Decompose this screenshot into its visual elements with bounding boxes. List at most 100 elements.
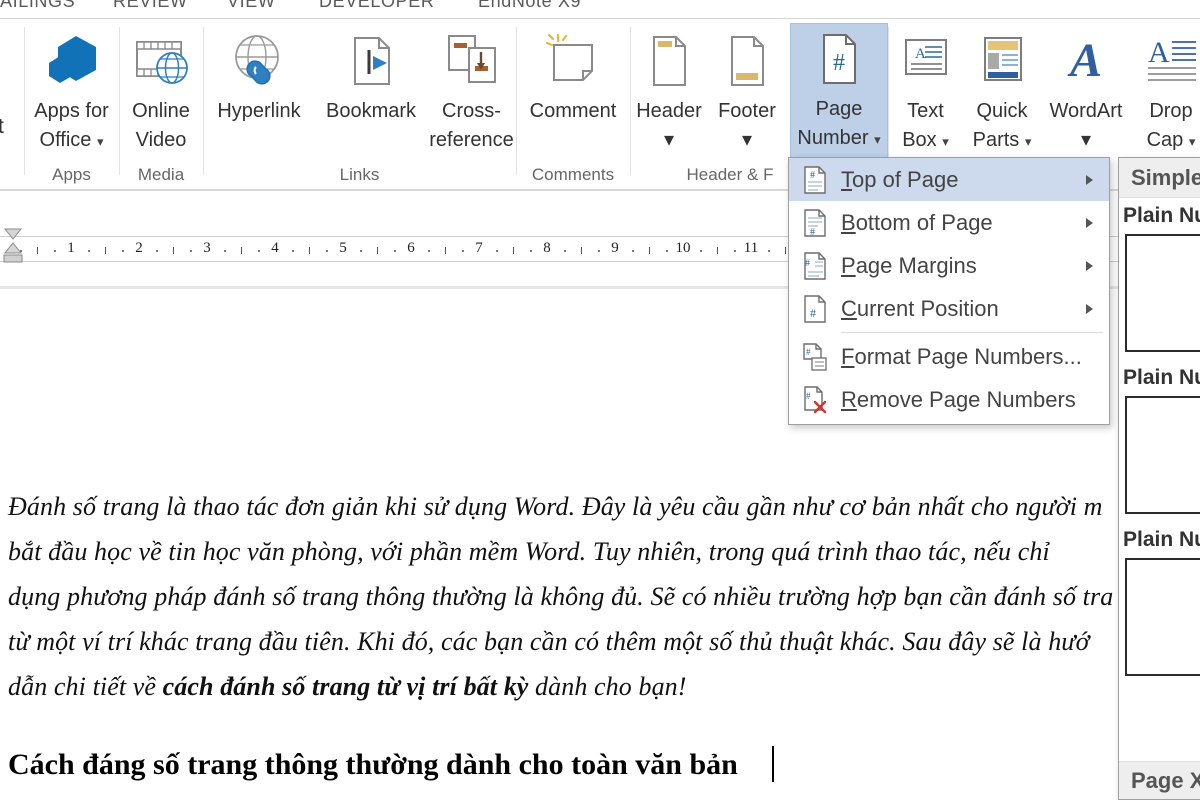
top-of-page-gallery[interactable]: Simple Plain Nu Plain Nu Plain Nu Page X: [1118, 157, 1200, 800]
paragraph-line-last: dẫn chi tiết về cách đánh số trang từ vị…: [8, 672, 687, 702]
comment-label: Comment: [529, 100, 617, 122]
chevron-right-icon: [1086, 174, 1093, 185]
ruler-tick: [581, 247, 582, 254]
gallery-item[interactable]: Plain Nu: [1119, 522, 1200, 676]
ruler-dot: [428, 250, 430, 252]
text-box-button[interactable]: A Text Box ▾: [888, 25, 963, 155]
menu-item-bottom-of-page[interactable]: # Bottom of Page: [789, 201, 1109, 244]
ruler-tick: [649, 247, 650, 254]
chevron-down-icon[interactable]: ▾: [742, 126, 752, 155]
ruler-tick: [173, 247, 174, 254]
bookmark-button[interactable]: Bookmark: [315, 25, 427, 126]
tab-endnote-x9[interactable]: EndNote X9: [478, 0, 581, 12]
chevron-down-icon[interactable]: ▾: [664, 126, 674, 155]
chevron-down-icon[interactable]: ▾: [97, 134, 104, 149]
tab-developer[interactable]: DEVELOPER: [319, 0, 434, 12]
chevron-down-icon[interactable]: ▾: [942, 134, 949, 149]
svg-text:A: A: [1067, 34, 1102, 87]
ruler-dot: [258, 250, 260, 252]
gallery-item[interactable]: Plain Nu: [1119, 198, 1200, 352]
ruler-mark: 2: [135, 240, 143, 256]
ribbon-group-comments: Comment Comments: [516, 19, 630, 191]
apps-for-office-button[interactable]: Apps for Office ▾: [24, 25, 119, 155]
paragraph-line: từ một ví trí khác trang đầu tiên. Khi đ…: [8, 627, 1090, 656]
page-number-dropdown-menu[interactable]: # Top of Page # Bottom of Page # Page Ma…: [788, 157, 1110, 425]
ruler-dot: [530, 250, 532, 252]
footer-label: Footer: [718, 100, 776, 122]
ruler-mark: 10: [675, 240, 691, 256]
ruler-dot: [394, 250, 396, 252]
paragraph-line: Đánh số trang là thao tác đơn giản khi s…: [8, 492, 1103, 521]
header-icon: [643, 25, 695, 97]
footer-icon: [721, 25, 773, 97]
online-video-icon: [130, 25, 192, 97]
gallery-item-preview: [1125, 234, 1200, 352]
svg-text:A: A: [915, 46, 926, 62]
drop-cap-label-line1: Drop: [1149, 100, 1193, 122]
svg-text:#: #: [833, 50, 845, 76]
paragraph-line: dụng phương pháp đánh số trang thông thư…: [8, 582, 1114, 611]
wordart-button[interactable]: A WordArt ▾: [1041, 25, 1131, 155]
menu-separator: [841, 332, 1103, 333]
ruler-dot: [462, 250, 464, 252]
format-page-numbers-icon: #: [789, 341, 841, 373]
chevron-down-icon[interactable]: ▾: [874, 132, 881, 147]
cross-reference-button[interactable]: Cross- reference: [427, 25, 516, 155]
menu-item-format-page-numbers[interactable]: # Format Page Numbers...: [789, 335, 1109, 378]
group-label-links: Links: [339, 165, 380, 184]
apps-for-office-label-line2: Office: [39, 129, 92, 151]
gallery-item-label: Plain Nu: [1123, 366, 1200, 389]
page-number-current-icon: #: [789, 293, 841, 325]
header-button[interactable]: Header ▾: [630, 25, 708, 155]
text-box-label-line1: Text: [907, 100, 944, 122]
menu-item-label: Bottom of Page: [841, 209, 993, 235]
online-video-button[interactable]: Online Video: [119, 25, 203, 155]
gallery-item[interactable]: Plain Nu: [1119, 360, 1200, 514]
menu-item-current-position[interactable]: # Current Position: [789, 287, 1109, 330]
svg-text:#: #: [806, 391, 811, 401]
chevron-down-icon[interactable]: ▾: [1025, 134, 1032, 149]
comment-button[interactable]: Comment: [516, 25, 630, 126]
ruler-dot: [326, 250, 328, 252]
page-number-top-icon: #: [789, 164, 841, 196]
ribbon-tab-strip: AILINGS REVIEW VIEW DEVELOPER EndNote X9: [0, 0, 1200, 19]
svg-text:#: #: [806, 347, 811, 357]
ribbon-group-apps: Apps for Office ▾ Apps: [24, 19, 119, 191]
online-video-label-line1: Online: [132, 100, 190, 122]
hyperlink-button[interactable]: Hyperlink: [203, 25, 315, 126]
tab-review[interactable]: REVIEW: [113, 0, 188, 12]
document-heading: Cách đáng số trang thông thường dành cho…: [8, 748, 738, 781]
chevron-down-icon[interactable]: ▾: [1189, 134, 1196, 149]
bookmark-icon: [341, 25, 401, 97]
ruler-mark: 6: [407, 240, 415, 256]
tab-view[interactable]: VIEW: [227, 0, 275, 12]
footer-button[interactable]: Footer ▾: [708, 25, 786, 155]
ruler-dot: [496, 250, 498, 252]
ruler-mark: 9: [611, 240, 619, 256]
page-number-label-line2: Number: [797, 127, 869, 149]
page-number-icon: #: [813, 23, 865, 95]
menu-item-remove-page-numbers[interactable]: # Remove Page Numbers: [789, 378, 1109, 421]
drop-cap-button[interactable]: A Drop Cap ▾: [1131, 25, 1200, 155]
menu-item-page-margins[interactable]: # Page Margins: [789, 244, 1109, 287]
quick-parts-label-line1: Quick: [976, 100, 1028, 122]
remove-page-numbers-icon: #: [789, 384, 841, 416]
menu-item-label: Page Margins: [841, 252, 977, 278]
menu-item-top-of-page[interactable]: # Top of Page: [789, 158, 1109, 201]
gallery-item-label: Plain Nu: [1123, 528, 1200, 551]
drop-cap-label-line2: Cap: [1146, 129, 1184, 151]
ruler-mark: 4: [271, 240, 279, 256]
menu-item-label: Remove Page Numbers: [841, 386, 1076, 412]
tab-mailings[interactable]: AILINGS: [0, 0, 75, 12]
ruler-dot: [156, 250, 158, 252]
ruler-dot: [54, 250, 56, 252]
hyperlink-icon: [226, 25, 292, 97]
page-number-button[interactable]: # Page Number ▾: [790, 23, 888, 169]
quick-parts-button[interactable]: Quick Parts ▾: [963, 25, 1041, 155]
apps-for-office-icon: [40, 25, 104, 97]
indent-marker[interactable]: [2, 227, 24, 271]
chevron-down-icon[interactable]: ▾: [1081, 126, 1091, 155]
cross-reference-label-line1: Cross-: [442, 100, 501, 122]
ruler-mark: 1: [67, 240, 75, 256]
ruler-tick: [513, 247, 514, 254]
